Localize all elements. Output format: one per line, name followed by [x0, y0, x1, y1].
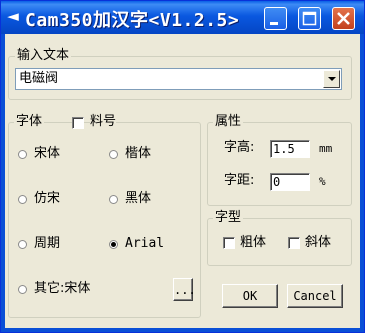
app-icon: ◄	[7, 7, 19, 25]
radio-zhouqi-label: 周期	[34, 236, 61, 251]
bold-checkbox[interactable]	[223, 237, 235, 249]
title-bar[interactable]: ◄ Cam350加汉字<V1.2.5>	[1, 1, 364, 34]
radio-kaiti[interactable]	[109, 150, 118, 159]
text-combobox-value: 电磁阀	[19, 71, 59, 86]
size-checkbox[interactable]	[72, 117, 84, 129]
radio-zhouqi[interactable]	[18, 240, 27, 249]
browse-font-button-label: ...	[174, 283, 196, 297]
radio-arial-label: Arial	[125, 236, 165, 251]
maximize-button[interactable]	[298, 7, 321, 30]
radio-arial[interactable]	[109, 240, 118, 249]
radio-fangsong[interactable]	[18, 195, 27, 204]
window-frame-left	[1, 34, 5, 332]
cancel-button[interactable]: Cancel	[287, 284, 343, 308]
close-icon	[337, 12, 350, 25]
radio-other-label: 其它:宋体	[34, 281, 91, 296]
window-frame-right	[360, 34, 364, 332]
maximize-icon	[302, 11, 317, 26]
ok-button[interactable]: OK	[222, 284, 278, 308]
height-input[interactable]	[273, 142, 307, 156]
properties-legend: 属性	[213, 114, 244, 130]
bold-checkbox-label: 粗体	[240, 235, 267, 250]
radio-songti[interactable]	[18, 150, 27, 159]
height-label: 字高:	[224, 140, 255, 155]
italic-checkbox-label: 斜体	[305, 235, 332, 250]
window-title: Cam350加汉字<V1.2.5>	[25, 10, 240, 31]
properties-group: 属性	[207, 114, 352, 206]
style-legend: 字型	[213, 210, 244, 226]
text-combobox[interactable]: 电磁阀	[15, 68, 342, 90]
close-button[interactable]	[332, 7, 355, 30]
radio-heiti-label: 黑体	[125, 191, 152, 206]
radio-fangsong-label: 仿宋	[34, 191, 61, 206]
cancel-button-label: Cancel	[293, 289, 337, 303]
minimize-button[interactable]	[264, 7, 287, 30]
size-checkbox-label: 料号	[90, 114, 117, 130]
height-unit: mm	[319, 142, 333, 155]
height-field[interactable]	[270, 140, 310, 158]
font-legend: 字体	[14, 114, 45, 130]
spacing-field[interactable]	[270, 173, 310, 191]
chevron-down-icon	[328, 77, 336, 81]
spacing-input[interactable]	[273, 175, 307, 189]
browse-font-button[interactable]: ...	[173, 278, 196, 301]
radio-heiti[interactable]	[109, 195, 118, 204]
radio-songti-label: 宋体	[34, 146, 61, 161]
window-frame-bottom	[1, 328, 364, 332]
ok-button-label: OK	[242, 289, 258, 303]
radio-other[interactable]	[18, 285, 27, 294]
dialog-window: ◄ Cam350加汉字<V1.2.5> 输入文本 电磁阀 字体 料号 宋体 楷体…	[0, 0, 365, 333]
minimize-icon	[270, 22, 278, 25]
spacing-unit: %	[319, 175, 326, 188]
dropdown-button[interactable]	[323, 70, 340, 88]
input-text-legend: 输入文本	[15, 48, 72, 64]
radio-kaiti-label: 楷体	[125, 146, 152, 161]
italic-checkbox[interactable]	[288, 237, 300, 249]
spacing-label: 字距:	[224, 173, 255, 188]
